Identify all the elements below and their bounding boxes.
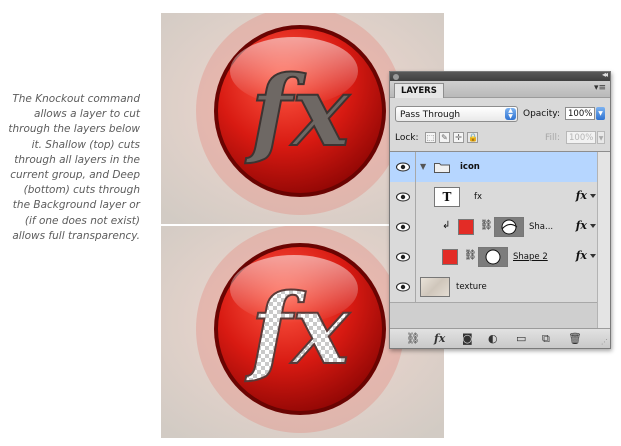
layer-name: icon [460, 162, 480, 172]
layer-name: texture [456, 282, 487, 292]
layers-list: ▼ icon T fx fx ↲ ⛓ Sha... fx ⛓ Shape 2 f… [390, 151, 610, 330]
text-layer-thumbnail: T [434, 187, 460, 207]
layer-effects-icon[interactable]: fx [576, 242, 587, 270]
link-icon[interactable]: ⛓ [480, 220, 493, 231]
eye-icon [396, 192, 410, 202]
visibility-toggle[interactable] [390, 272, 416, 302]
eye-icon [396, 282, 410, 292]
expand-effects-arrow-icon[interactable] [590, 254, 596, 258]
eye-icon [396, 222, 410, 232]
layer-name: Sha... [529, 222, 554, 232]
fx-text-top: fx [245, 55, 351, 168]
opacity-dropdown-button[interactable]: ▼ [596, 107, 605, 120]
collapse-panel-icon[interactable]: ◂◂ [602, 70, 608, 79]
layer-row-shape-2[interactable]: ⛓ Shape 2 fx [390, 242, 597, 273]
vector-mask-thumbnail[interactable] [478, 247, 508, 267]
vector-mask-thumbnail[interactable] [494, 217, 524, 237]
blend-mode-select[interactable]: Pass Through ▲ ▼ [395, 106, 518, 122]
clipping-mask-arrow-icon: ↲ [442, 220, 451, 231]
panel-titlebar[interactable]: ◂◂ [390, 70, 610, 81]
fill-input[interactable]: 100% [566, 131, 596, 144]
lock-position-icon[interactable]: ✛ [453, 132, 464, 143]
new-adjustment-layer-icon[interactable]: ◐ [488, 332, 498, 345]
layers-panel: ◂◂ LAYERS ▾≡ Pass Through ▲ ▼ Opacity: 10… [389, 70, 611, 349]
layer-row-shape-clipped[interactable]: ↲ ⛓ Sha... fx [390, 212, 597, 243]
tab-layers[interactable]: LAYERS [394, 83, 444, 98]
close-panel-icon[interactable] [393, 73, 399, 80]
fill-dropdown-button[interactable]: ▼ [597, 131, 605, 144]
blend-mode-value: Pass Through [400, 110, 461, 120]
new-group-icon[interactable]: ▭ [516, 332, 526, 345]
blend-opacity-row: Pass Through ▲ ▼ Opacity: 100% ▼ [395, 106, 605, 124]
fx-text-bottom: fx [245, 273, 351, 386]
group-expand-arrow-icon[interactable]: ▼ [420, 162, 426, 171]
lock-image-pixels-icon[interactable]: ✎ [439, 132, 450, 143]
add-layer-style-icon[interactable]: fx [434, 332, 445, 345]
fill-label: Fill: [545, 133, 561, 143]
layer-row-icon-group[interactable]: ▼ icon [390, 152, 597, 183]
layer-effects-icon[interactable]: fx [576, 182, 587, 210]
figure-caption: The Knockout command allows a layer to c… [8, 93, 140, 242]
folder-icon [434, 163, 450, 173]
layer-row-fx-text[interactable]: T fx fx [390, 182, 597, 213]
lock-fill-row: Lock: ⬚ ✎ ✛ 🔒 Fill: 100% ▼ [395, 130, 605, 146]
add-layer-mask-icon[interactable]: ◙ [462, 332, 473, 345]
opacity-input[interactable]: 100% [565, 107, 595, 120]
visibility-toggle[interactable] [390, 182, 416, 212]
expand-effects-arrow-icon[interactable] [590, 224, 596, 228]
eye-icon [396, 252, 410, 262]
visibility-toggle[interactable] [390, 212, 416, 242]
new-layer-icon[interactable]: ⧉ [542, 332, 550, 345]
expand-effects-arrow-icon[interactable] [590, 194, 596, 198]
lock-all-icon[interactable]: 🔒 [467, 132, 478, 143]
eye-icon [396, 162, 410, 172]
link-layers-icon[interactable]: ⛓ [406, 332, 420, 345]
layers-scrollbar[interactable] [597, 152, 610, 330]
delete-layer-icon[interactable]: 🗑 [568, 332, 582, 345]
resize-grip-icon[interactable]: ⋰ [601, 338, 608, 346]
layers-bottom-toolbar: ⛓ fx ◙ ◐ ▭ ⧉ 🗑 ⋰ [390, 328, 610, 348]
link-icon[interactable]: ⛓ [464, 250, 477, 261]
shape-color-thumbnail[interactable] [442, 249, 458, 265]
layer-effects-icon[interactable]: fx [576, 212, 587, 240]
lock-transparent-pixels-icon[interactable]: ⬚ [425, 132, 436, 143]
layer-name: fx [474, 192, 483, 202]
layer-row-texture[interactable]: texture [390, 272, 597, 303]
layer-name: Shape 2 [513, 252, 548, 262]
opacity-label: Opacity: [523, 109, 560, 119]
lock-label: Lock: [395, 133, 419, 143]
visibility-toggle[interactable] [390, 242, 416, 272]
panel-menu-icon[interactable]: ▾≡ [594, 83, 606, 93]
visibility-toggle[interactable] [390, 152, 416, 182]
texture-thumbnail [420, 277, 450, 297]
blend-mode-stepper-icon[interactable]: ▲ ▼ [505, 108, 516, 120]
shape-color-thumbnail[interactable] [458, 219, 474, 235]
panel-tab-row: LAYERS ▾≡ [390, 81, 610, 98]
